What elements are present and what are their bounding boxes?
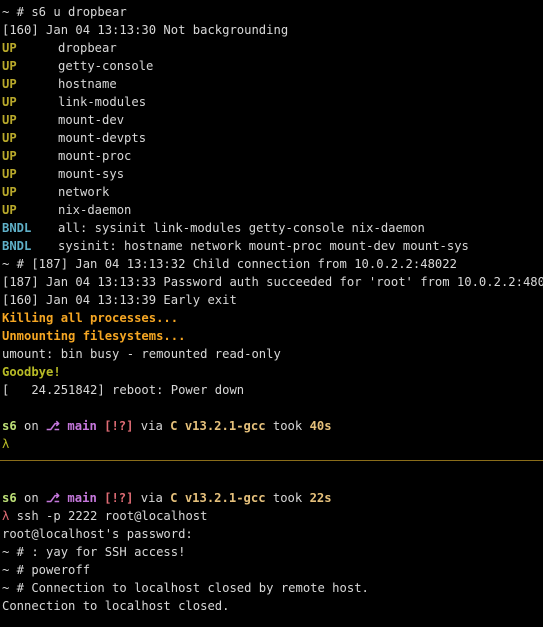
section-divider <box>0 460 543 461</box>
service-name: mount-dev <box>58 113 125 127</box>
service-row: UP mount-devpts <box>2 129 146 147</box>
shell-prompt: s6 on ⎇ main [!?] via C v13.2.1-gcc took… <box>2 417 332 435</box>
service-row: UP mount-sys <box>2 165 124 183</box>
goodbye-message: Goodbye! <box>2 365 61 379</box>
prompt-on: on <box>16 491 47 505</box>
service-row: UP hostname <box>2 75 117 93</box>
service-row: UP nix-daemon <box>2 201 131 219</box>
bundle-contents: sysinit: hostname network mount-proc mou… <box>58 239 469 253</box>
service-name: nix-daemon <box>58 203 132 217</box>
service-row: UP mount-proc <box>2 147 131 165</box>
git-branch-icon: ⎇ <box>46 419 61 433</box>
service-name: dropbear <box>58 41 117 55</box>
status-up-label: UP <box>2 149 17 163</box>
status-bundle-label: BNDL <box>2 221 32 235</box>
status-up-label: UP <box>2 77 17 91</box>
service-row: UP network <box>2 183 109 201</box>
prompt-git-status: [!?] <box>96 491 134 505</box>
prompt-input-line[interactable]: λ <box>2 435 9 453</box>
service-row: UP mount-dev <box>2 111 124 129</box>
bundle-row: BNDL sysinit: hostname network mount-proc… <box>2 237 469 255</box>
command-line: ~ # s6 u dropbear <box>2 5 127 19</box>
prompt-toolchain: C v13.2.1-gcc <box>170 491 266 505</box>
log-line: [160] Jan 04 13:13:30 Not backgrounding <box>2 23 289 37</box>
terminal-window[interactable]: ~ # s6 u dropbear [160] Jan 04 13:13:30 … <box>0 0 543 627</box>
prompt-on: on <box>16 419 47 433</box>
prompt-took: took <box>265 419 310 433</box>
log-line: ~ # [187] Jan 04 13:13:32 Child connecti… <box>2 257 457 271</box>
log-line: ~ # Connection to localhost closed by re… <box>2 581 369 595</box>
command-line: ~ # poweroff <box>2 563 91 577</box>
service-row: UP dropbear <box>2 39 117 57</box>
umount-message: umount: bin busy - remounted read-only <box>2 347 281 361</box>
prompt-user: s6 <box>2 419 17 433</box>
status-up-label: UP <box>2 203 17 217</box>
status-bundle-label: BNDL <box>2 239 32 253</box>
bundle-row: BNDL all: sysinit link-modules getty-cons… <box>2 219 425 237</box>
service-name: mount-proc <box>58 149 132 163</box>
service-name: mount-sys <box>58 167 125 181</box>
status-up-label: UP <box>2 167 17 181</box>
service-name: mount-devpts <box>58 131 147 145</box>
prompt-duration: 22s <box>309 491 332 505</box>
prompt-user: s6 <box>2 491 17 505</box>
reboot-message: [ 24.251842] reboot: Power down <box>2 383 245 397</box>
bundle-contents: all: sysinit link-modules getty-console … <box>58 221 425 235</box>
log-line: Connection to localhost closed. <box>2 599 230 613</box>
status-up-label: UP <box>2 59 17 73</box>
password-prompt: root@localhost's password: <box>2 527 193 541</box>
killing-message: Killing all processes... <box>2 311 179 325</box>
service-name: link-modules <box>58 95 147 109</box>
status-up-label: UP <box>2 41 17 55</box>
ssh-command: ssh -p 2222 root@localhost <box>9 509 208 523</box>
service-row: UP getty-console <box>2 57 153 75</box>
status-up-label: UP <box>2 113 17 127</box>
prompt-branch: main <box>60 419 97 433</box>
prompt-via: via <box>133 491 171 505</box>
prompt-git-status: [!?] <box>96 419 134 433</box>
command-line: ~ # : yay for SSH access! <box>2 545 186 559</box>
prompt-duration: 40s <box>309 419 332 433</box>
lambda-prompt-icon: λ <box>2 437 10 451</box>
service-name: hostname <box>58 77 117 91</box>
service-row: UP link-modules <box>2 93 146 111</box>
unmounting-message: Unmounting filesystems... <box>2 329 186 343</box>
status-up-label: UP <box>2 131 17 145</box>
prompt-took: took <box>265 491 310 505</box>
service-name: network <box>58 185 110 199</box>
log-line: [187] Jan 04 13:13:33 Password auth succ… <box>2 275 543 289</box>
status-up-label: UP <box>2 185 17 199</box>
status-up-label: UP <box>2 95 17 109</box>
command-line: λ ssh -p 2222 root@localhost <box>2 507 207 525</box>
shell-prompt: s6 on ⎇ main [!?] via C v13.2.1-gcc took… <box>2 489 332 507</box>
prompt-via: via <box>133 419 171 433</box>
prompt-toolchain: C v13.2.1-gcc <box>170 419 266 433</box>
log-line: [160] Jan 04 13:13:39 Early exit <box>2 293 237 307</box>
git-branch-icon: ⎇ <box>46 491 61 505</box>
service-name: getty-console <box>58 59 154 73</box>
prompt-branch: main <box>60 491 97 505</box>
